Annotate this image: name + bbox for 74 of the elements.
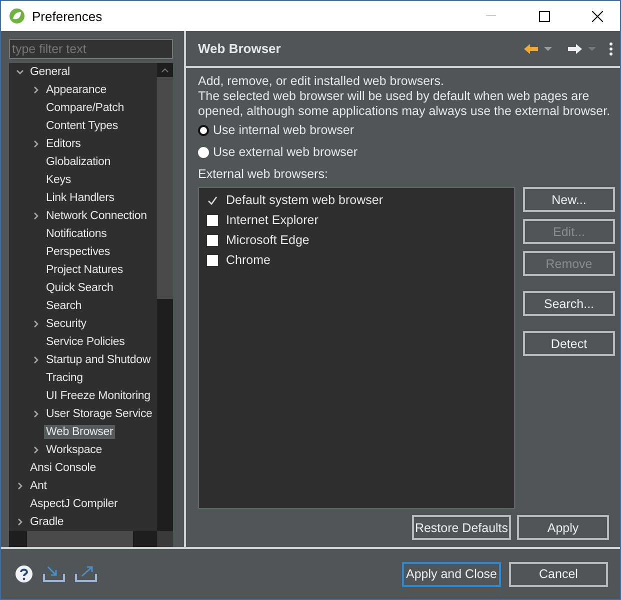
minimize-icon <box>486 15 496 17</box>
chevron-down-icon[interactable] <box>16 68 24 76</box>
maximize-icon <box>538 10 550 22</box>
tree-item[interactable]: Workspace <box>44 443 104 457</box>
chevron-right-icon[interactable] <box>32 86 40 94</box>
description-text: Add, remove, or edit installed web browsers. <box>198 74 445 89</box>
help-icon[interactable] <box>15 565 33 583</box>
vertical-scrollbar[interactable] <box>157 63 173 531</box>
checkbox[interactable] <box>207 194 218 206</box>
chevron-right-icon[interactable] <box>32 320 40 328</box>
tree-item[interactable]: Link Handlers <box>44 191 116 205</box>
side-button[interactable]: Search... <box>523 291 615 316</box>
tree-item[interactable]: Security <box>44 317 88 331</box>
page-title: Web Browser <box>198 41 282 56</box>
checkbox[interactable] <box>207 254 218 266</box>
dialog-button[interactable]: Apply and Close <box>402 562 501 586</box>
browser-name[interactable]: Microsoft Edge <box>226 233 310 247</box>
tree-item[interactable]: Search <box>44 299 84 313</box>
restore-defaults-button[interactable]: Restore Defaults <box>412 515 511 540</box>
chevron-right-icon[interactable] <box>32 140 40 148</box>
tree-item[interactable]: Ansi Console <box>28 461 98 475</box>
tree-item[interactable]: Ant <box>28 479 49 493</box>
tree-item[interactable]: Globalization <box>44 155 113 169</box>
chevron-right-icon[interactable] <box>32 356 40 364</box>
tree-item[interactable]: Service Policies <box>44 335 127 349</box>
import-icon[interactable] <box>43 565 65 583</box>
chevron-right-icon[interactable] <box>32 446 40 454</box>
tree-item[interactable]: Content Types <box>44 119 120 133</box>
tree-item[interactable]: Keys <box>44 173 73 187</box>
tree-item[interactable]: Quick Search <box>44 281 116 295</box>
dialog-button[interactable]: Cancel <box>509 562 608 586</box>
tree-item[interactable]: Editors <box>44 137 83 151</box>
tree-item[interactable]: Tracing <box>44 371 85 385</box>
browser-name[interactable]: Default system web browser <box>226 193 384 207</box>
side-button[interactable]: New... <box>523 187 615 212</box>
tree-item[interactable]: UI Freeze Monitoring <box>44 389 152 403</box>
checkbox[interactable] <box>207 214 218 226</box>
list-label: External web browsers: <box>198 166 329 183</box>
apply-button[interactable]: Apply <box>517 515 609 540</box>
tree-item[interactable]: Gradle <box>28 515 66 529</box>
radio-button[interactable] <box>198 124 209 136</box>
tree-item[interactable]: Project Natures <box>44 263 126 277</box>
chevron-right-icon[interactable] <box>16 518 24 526</box>
window-title: Preferences <box>32 8 104 24</box>
tree-item[interactable]: Network Connection <box>44 209 149 223</box>
back-arrow-icon[interactable] <box>523 42 539 54</box>
horizontal-scrollbar[interactable] <box>9 531 157 547</box>
checkbox[interactable] <box>207 234 218 246</box>
tree-item[interactable]: General <box>28 65 72 79</box>
radio-label[interactable]: Use internal web browser <box>213 123 354 137</box>
tree-item[interactable]: User Storage Service <box>44 407 154 421</box>
tree-item[interactable]: Notifications <box>44 227 109 241</box>
export-icon[interactable] <box>75 565 97 583</box>
forward-arrow-icon[interactable] <box>567 42 583 54</box>
leaf-logo-icon <box>9 8 25 24</box>
tree-item[interactable]: Startup and Shutdow <box>44 353 153 367</box>
tree-item[interactable]: Web Browser <box>44 425 116 439</box>
radio-label[interactable]: Use external web browser <box>213 145 358 159</box>
chevron-right-icon[interactable] <box>32 212 40 220</box>
chevron-right-icon[interactable] <box>32 410 40 418</box>
dropdown-icon[interactable] <box>543 44 553 52</box>
browser-name[interactable]: Internet Explorer <box>226 213 318 227</box>
more-menu-icon[interactable] <box>609 42 613 56</box>
chevron-right-icon[interactable] <box>16 482 24 490</box>
close-icon <box>592 10 602 22</box>
tree-item[interactable]: Appearance <box>44 83 109 97</box>
tree-item[interactable]: Compare/Patch <box>44 101 126 115</box>
side-button[interactable]: Detect <box>523 331 615 356</box>
description-text: The selected web browser will be used by default when web pages are opened, although some applications may always use the external browser. <box>198 89 612 119</box>
browser-name[interactable]: Chrome <box>226 253 270 267</box>
tree-item[interactable]: Perspectives <box>44 245 112 259</box>
tree-item[interactable]: AspectJ Compiler <box>28 497 120 511</box>
filter-field[interactable]: type filter text <box>9 39 173 59</box>
scrollbar-corner <box>157 531 173 547</box>
